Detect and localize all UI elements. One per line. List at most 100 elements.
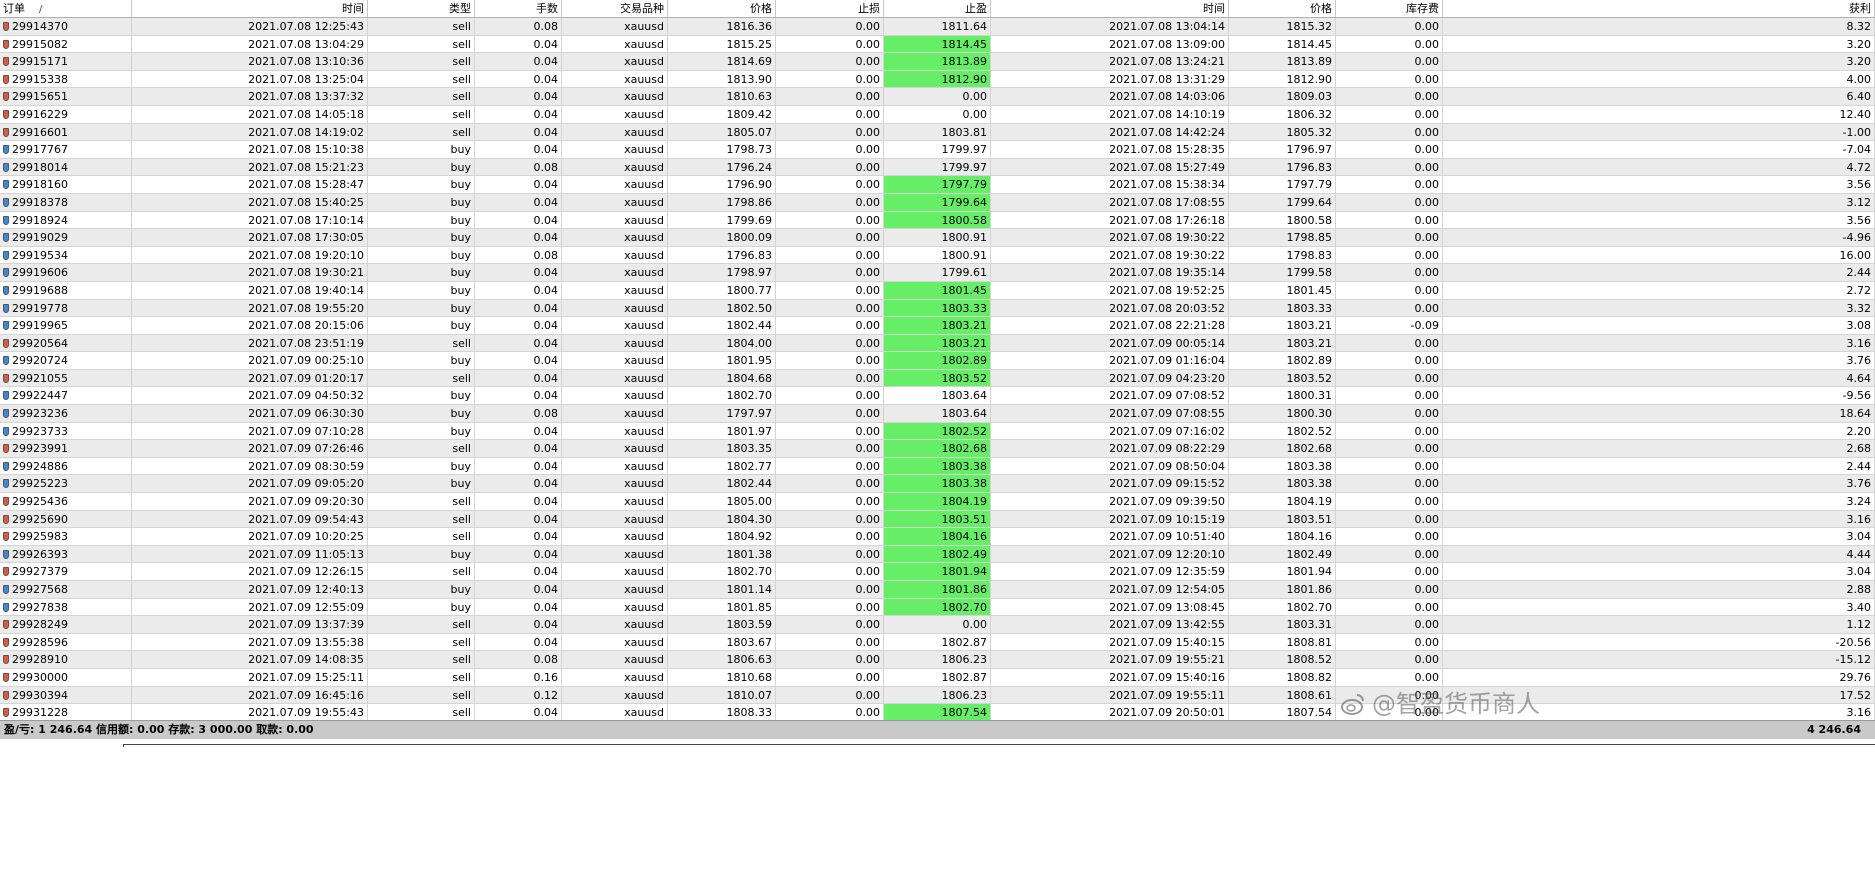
column-header-8[interactable]: 时间 (991, 0, 1229, 17)
profit-value: 2.20 (1846, 424, 1872, 438)
column-header-6[interactable]: 止损 (776, 0, 884, 17)
table-row[interactable]: 29920724 2021.07.09 00:25:10 buy 0.04 xauusd… (0, 352, 1875, 370)
table-row[interactable]: 29915171 2021.07.08 13:10:36 sell 0.04 xauus… (0, 53, 1875, 71)
table-row[interactable]: 29921055 2021.07.09 01:20:17 sell 0.04 xauus… (0, 369, 1875, 388)
column-header-10[interactable]: 库存费 (1336, 0, 1443, 17)
table-row[interactable]: 29919606 2021.07.08 19:30:21 buy 0.04 xauusd… (0, 264, 1875, 282)
cell-order-id: 29920724 (0, 352, 132, 370)
table-row[interactable]: 29918924 2021.07.08 17:10:14 buy 0.04 xauusd… (0, 211, 1875, 230)
table-row[interactable]: 29914370 2021.07.08 12:25:43 sell 0.08 xauus… (0, 18, 1875, 36)
table-row[interactable]: 29927379 2021.07.09 12:26:15 sell 0.04 xauus… (0, 563, 1875, 581)
order-type-value: buy (450, 477, 471, 491)
cell-open-time: 2021.07.08 20:15:06 (132, 317, 368, 335)
symbol-value: xauusd (624, 424, 664, 438)
order-id-value: 29918014 (12, 160, 68, 174)
table-row[interactable]: 29915082 2021.07.08 13:04:29 sell 0.04 xauus… (0, 35, 1875, 54)
take-profit-value: 1800.91 (941, 248, 988, 262)
cell-take-profit: 1813.89 (884, 53, 991, 71)
table-row[interactable]: 29928596 2021.07.09 13:55:38 sell 0.04 xauus… (0, 633, 1875, 652)
table-row[interactable]: 29925690 2021.07.09 09:54:43 sell 0.04 xauus… (0, 510, 1875, 529)
open-time-value: 2021.07.08 20:15:06 (248, 319, 364, 333)
close-price-value: 1808.82 (1286, 670, 1333, 684)
open-time-value: 2021.07.09 01:20:17 (248, 371, 364, 385)
take-profit-value: 1801.94 (941, 565, 988, 579)
column-header-0[interactable]: 订单 / (0, 0, 132, 17)
table-row[interactable]: 29916601 2021.07.08 14:19:02 sell 0.04 xauus… (0, 123, 1875, 142)
close-price-value: 1806.32 (1286, 107, 1333, 121)
table-row[interactable]: 29918160 2021.07.08 15:28:47 buy 0.04 xauusd… (0, 176, 1875, 194)
stop-loss-value: 0.00 (855, 442, 881, 456)
profit-value: 3.56 (1846, 213, 1872, 227)
symbol-value: xauusd (624, 565, 664, 579)
swap-value: 0.00 (1414, 37, 1440, 51)
table-row[interactable]: 29922447 2021.07.09 04:50:32 buy 0.04 xauusd… (0, 387, 1875, 406)
order-type-value: sell (452, 530, 471, 544)
column-header-7[interactable]: 止盈 (884, 0, 991, 17)
symbol-value: xauusd (624, 107, 664, 121)
table-row[interactable]: 29927568 2021.07.09 12:40:13 buy 0.04 xauusd… (0, 581, 1875, 599)
cell-profit: -15.12 (1443, 651, 1875, 669)
table-row[interactable]: 29919029 2021.07.08 17:30:05 buy 0.04 xauusd… (0, 229, 1875, 247)
cell-profit: 3.76 (1443, 352, 1875, 370)
column-header-4[interactable]: 交易品种 (562, 0, 668, 17)
table-row[interactable]: 29926393 2021.07.09 11:05:13 buy 0.04 xauusd… (0, 545, 1875, 564)
sort-indicator-icon: / (39, 4, 43, 15)
cell-close-time: 2021.07.08 15:28:35 (991, 141, 1229, 159)
cell-symbol: xauusd (562, 440, 668, 458)
column-header-1[interactable]: 时间 (132, 0, 368, 17)
table-row[interactable]: 29925223 2021.07.09 09:05:20 buy 0.04 xauusd… (0, 475, 1875, 494)
close-price-value: 1799.64 (1286, 195, 1333, 209)
profit-value: 3.04 (1846, 530, 1872, 544)
order-type-value: sell (452, 565, 471, 579)
table-row[interactable]: 29930000 2021.07.09 15:25:11 sell 0.16 xauus… (0, 668, 1875, 687)
column-header-2[interactable]: 类型 (368, 0, 475, 17)
profit-value: -1.00 (1842, 125, 1871, 139)
column-header-11[interactable]: 获利 (1443, 0, 1875, 17)
cell-open-time: 2021.07.09 16:45:16 (132, 686, 368, 705)
table-row[interactable]: 29918378 2021.07.08 15:40:25 buy 0.04 xauusd… (0, 193, 1875, 212)
table-row[interactable]: 29915338 2021.07.08 13:25:04 sell 0.04 xauus… (0, 70, 1875, 89)
table-row[interactable]: 29925983 2021.07.09 10:20:25 sell 0.04 xauus… (0, 528, 1875, 546)
take-profit-value: 1799.61 (941, 266, 988, 280)
column-header-3[interactable]: 手数 (475, 0, 562, 17)
close-time-value: 2021.07.08 13:04:14 (1109, 20, 1225, 33)
table-row[interactable]: 29916229 2021.07.08 14:05:18 sell 0.04 xauus… (0, 105, 1875, 124)
table-row[interactable]: 29930394 2021.07.09 16:45:16 sell 0.12 xauus… (0, 686, 1875, 705)
cell-open-time: 2021.07.09 07:26:46 (132, 440, 368, 458)
open-time-value: 2021.07.09 12:40:13 (248, 583, 364, 596)
cell-symbol: xauusd (562, 176, 668, 194)
symbol-value: xauusd (624, 706, 664, 720)
cell-stop-loss: 0.00 (776, 598, 884, 617)
cell-swap: 0.00 (1336, 405, 1443, 423)
stop-loss-value: 0.00 (855, 459, 881, 473)
cell-profit: 3.56 (1443, 176, 1875, 194)
cell-take-profit: 1803.52 (884, 369, 991, 388)
table-row[interactable]: 29924886 2021.07.09 08:30:59 buy 0.04 xauusd… (0, 457, 1875, 476)
table-row[interactable]: 29927838 2021.07.09 12:55:09 buy 0.04 xauusd… (0, 598, 1875, 617)
table-row[interactable]: 29919534 2021.07.08 19:20:10 buy 0.08 xauusd… (0, 246, 1875, 265)
cell-open-price: 1804.68 (668, 369, 776, 388)
column-header-5[interactable]: 价格 (668, 0, 776, 17)
table-row[interactable]: 29923236 2021.07.09 06:30:30 buy 0.08 xauusd… (0, 405, 1875, 423)
table-row[interactable]: 29928910 2021.07.09 14:08:35 sell 0.08 xauus… (0, 651, 1875, 669)
table-row[interactable]: 29925436 2021.07.09 09:20:30 sell 0.04 xauus… (0, 493, 1875, 511)
table-row[interactable]: 29918014 2021.07.08 15:21:23 buy 0.08 xauusd… (0, 158, 1875, 177)
table-row[interactable]: 29928249 2021.07.09 13:37:39 sell 0.04 xauus… (0, 616, 1875, 634)
cell-stop-loss: 0.00 (776, 334, 884, 353)
cell-swap: 0.00 (1336, 141, 1443, 159)
column-header-9[interactable]: 价格 (1229, 0, 1336, 17)
cell-swap: 0.00 (1336, 70, 1443, 89)
table-row[interactable]: 29923991 2021.07.09 07:26:46 sell 0.04 xauus… (0, 440, 1875, 458)
close-time-value: 2021.07.09 10:51:40 (1109, 530, 1225, 544)
order-type-value: sell (452, 688, 471, 702)
table-row[interactable]: 29917767 2021.07.08 15:10:38 buy 0.04 xauusd… (0, 141, 1875, 159)
table-row[interactable]: 29919965 2021.07.08 20:15:06 buy 0.04 xauusd… (0, 317, 1875, 335)
sell-order-icon (3, 373, 9, 383)
table-row[interactable]: 29923733 2021.07.09 07:10:28 buy 0.04 xauusd… (0, 422, 1875, 441)
cell-close-time: 2021.07.09 13:42:55 (991, 616, 1229, 634)
table-row[interactable]: 29920564 2021.07.08 23:51:19 sell 0.04 xauus… (0, 334, 1875, 353)
table-row[interactable]: 29919688 2021.07.08 19:40:14 buy 0.04 xauusd… (0, 281, 1875, 300)
stop-loss-value: 0.00 (855, 160, 881, 174)
table-row[interactable]: 29915651 2021.07.08 13:37:32 sell 0.04 xauus… (0, 88, 1875, 106)
table-row[interactable]: 29919778 2021.07.08 19:55:20 buy 0.04 xauusd… (0, 299, 1875, 318)
